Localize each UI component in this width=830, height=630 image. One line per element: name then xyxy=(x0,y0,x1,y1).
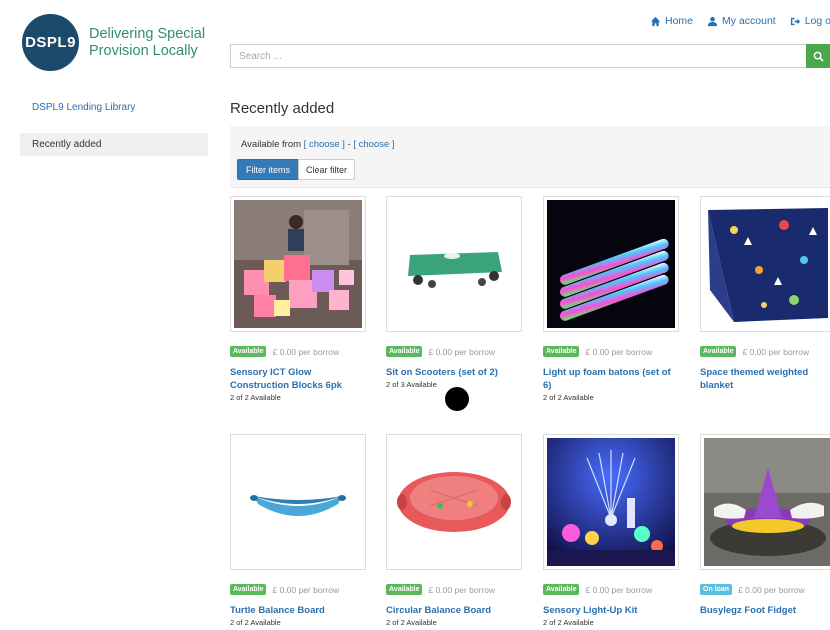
item-image[interactable] xyxy=(386,196,522,332)
item-card[interactable]: Available £ 0.00 per borrow Sensory ICT G… xyxy=(230,196,367,402)
item-card[interactable]: Available £ 0.00 per borrow Sit on Scoote… xyxy=(386,196,523,389)
item-card[interactable]: Available £ 0.00 per borrow Circular Bala… xyxy=(386,434,523,627)
item-image[interactable] xyxy=(543,196,679,332)
turtle-board-image xyxy=(234,438,362,566)
search-input[interactable] xyxy=(230,44,806,68)
available-from-filter: Available from [ choose ] - [ choose ] xyxy=(241,139,395,150)
scooter-image xyxy=(390,200,518,328)
status-badge: Available xyxy=(386,346,423,357)
nav-logout[interactable]: Log ou xyxy=(790,15,830,27)
item-price: £ 0.00 per borrow xyxy=(428,346,496,357)
item-image[interactable] xyxy=(386,434,522,570)
item-title-link[interactable]: Light up foam batons (set of 6) xyxy=(543,366,680,392)
item-availability: 2 of 2 Available xyxy=(230,393,281,402)
site-logo[interactable]: DSPL9 Delivering Special Provision Local… xyxy=(22,14,205,71)
item-image[interactable] xyxy=(230,434,366,570)
item-title-link[interactable]: Sensory Light-Up Kit xyxy=(543,604,680,617)
filter-panel: Available from [ choose ] - [ choose ] F… xyxy=(230,126,830,188)
item-price: £ 0.00 per borrow xyxy=(272,584,340,595)
item-availability: 2 of 2 Available xyxy=(543,393,594,402)
foot-fidget-image xyxy=(704,438,830,566)
home-icon xyxy=(650,16,661,26)
light-up-kit-image xyxy=(547,438,675,566)
status-badge: Available xyxy=(386,584,423,595)
sidebar-item-lending-library[interactable]: DSPL9 Lending Library xyxy=(20,96,208,119)
item-title-link[interactable]: Sensory ICT Glow Construction Blocks 6pk xyxy=(230,366,367,392)
status-badge: Available xyxy=(543,584,580,595)
item-card[interactable]: Available £ 0.00 per borrow Space themed … xyxy=(700,196,830,393)
logo-tagline: Delivering Special Provision Locally xyxy=(89,25,206,59)
search-button[interactable] xyxy=(806,44,830,68)
sidebar-item-recently-added[interactable]: Recently added xyxy=(20,133,208,156)
item-price: £ 0.00 per borrow xyxy=(738,584,805,595)
logout-icon xyxy=(790,17,800,25)
top-nav: Home My account Log ou xyxy=(650,15,830,27)
item-price: £ 0.00 per borrow xyxy=(272,346,340,357)
clear-filter-button[interactable]: Clear filter xyxy=(298,159,356,180)
status-badge: Available xyxy=(700,346,737,357)
glow-blocks-image xyxy=(234,200,362,328)
item-availability: 2 of 2 Available xyxy=(543,618,594,627)
status-badge: Available xyxy=(230,346,267,357)
item-image[interactable] xyxy=(230,196,366,332)
item-card[interactable]: Available £ 0.00 per borrow Sensory Light… xyxy=(543,434,680,627)
search-icon xyxy=(813,51,824,62)
filter-items-button[interactable]: Filter items xyxy=(237,159,300,180)
item-card[interactable]: Available £ 0.00 per borrow Turtle Balanc… xyxy=(230,434,367,627)
item-title-link[interactable]: Circular Balance Board xyxy=(386,604,523,617)
item-title-link[interactable]: Space themed weighted blanket xyxy=(700,366,830,392)
item-price: £ 0.00 per borrow xyxy=(742,346,810,357)
item-card[interactable]: Available £ 0.00 per borrow Light up foam… xyxy=(543,196,680,402)
sidebar: DSPL9 Lending Library Recently added xyxy=(20,96,208,156)
item-card[interactable]: On loan £ 0.00 per borrow Busylegz Foot F… xyxy=(700,434,830,618)
item-availability: 2 of 2 Available xyxy=(230,618,281,627)
user-icon xyxy=(707,16,718,26)
search-bar xyxy=(230,44,830,68)
nav-home[interactable]: Home xyxy=(650,15,693,27)
choose-end-date[interactable]: [ choose ] xyxy=(353,139,394,150)
page-title: Recently added xyxy=(230,100,335,117)
item-availability: 2 of 2 Available xyxy=(386,618,437,627)
space-blanket-image xyxy=(704,200,830,328)
item-title-link[interactable]: Sit on Scooters (set of 2) xyxy=(386,366,523,379)
status-badge: Available xyxy=(543,346,580,357)
status-badge: On loan xyxy=(700,584,733,595)
item-price: £ 0.00 per borrow xyxy=(585,346,653,357)
choose-start-date[interactable]: [ choose ] xyxy=(304,139,345,150)
item-image[interactable] xyxy=(700,434,830,570)
foam-batons-image xyxy=(547,200,675,328)
item-price: £ 0.00 per borrow xyxy=(428,584,496,595)
logo-badge: DSPL9 xyxy=(22,14,79,71)
circular-board-image xyxy=(390,438,518,566)
status-badge: Available xyxy=(230,584,267,595)
nav-my-account[interactable]: My account xyxy=(707,15,776,27)
item-title-link[interactable]: Busylegz Foot Fidget xyxy=(700,604,830,617)
item-price: £ 0.00 per borrow xyxy=(585,584,653,595)
item-title-link[interactable]: Turtle Balance Board xyxy=(230,604,367,617)
item-image[interactable] xyxy=(700,196,830,332)
cursor-indicator xyxy=(445,387,469,411)
item-image[interactable] xyxy=(543,434,679,570)
